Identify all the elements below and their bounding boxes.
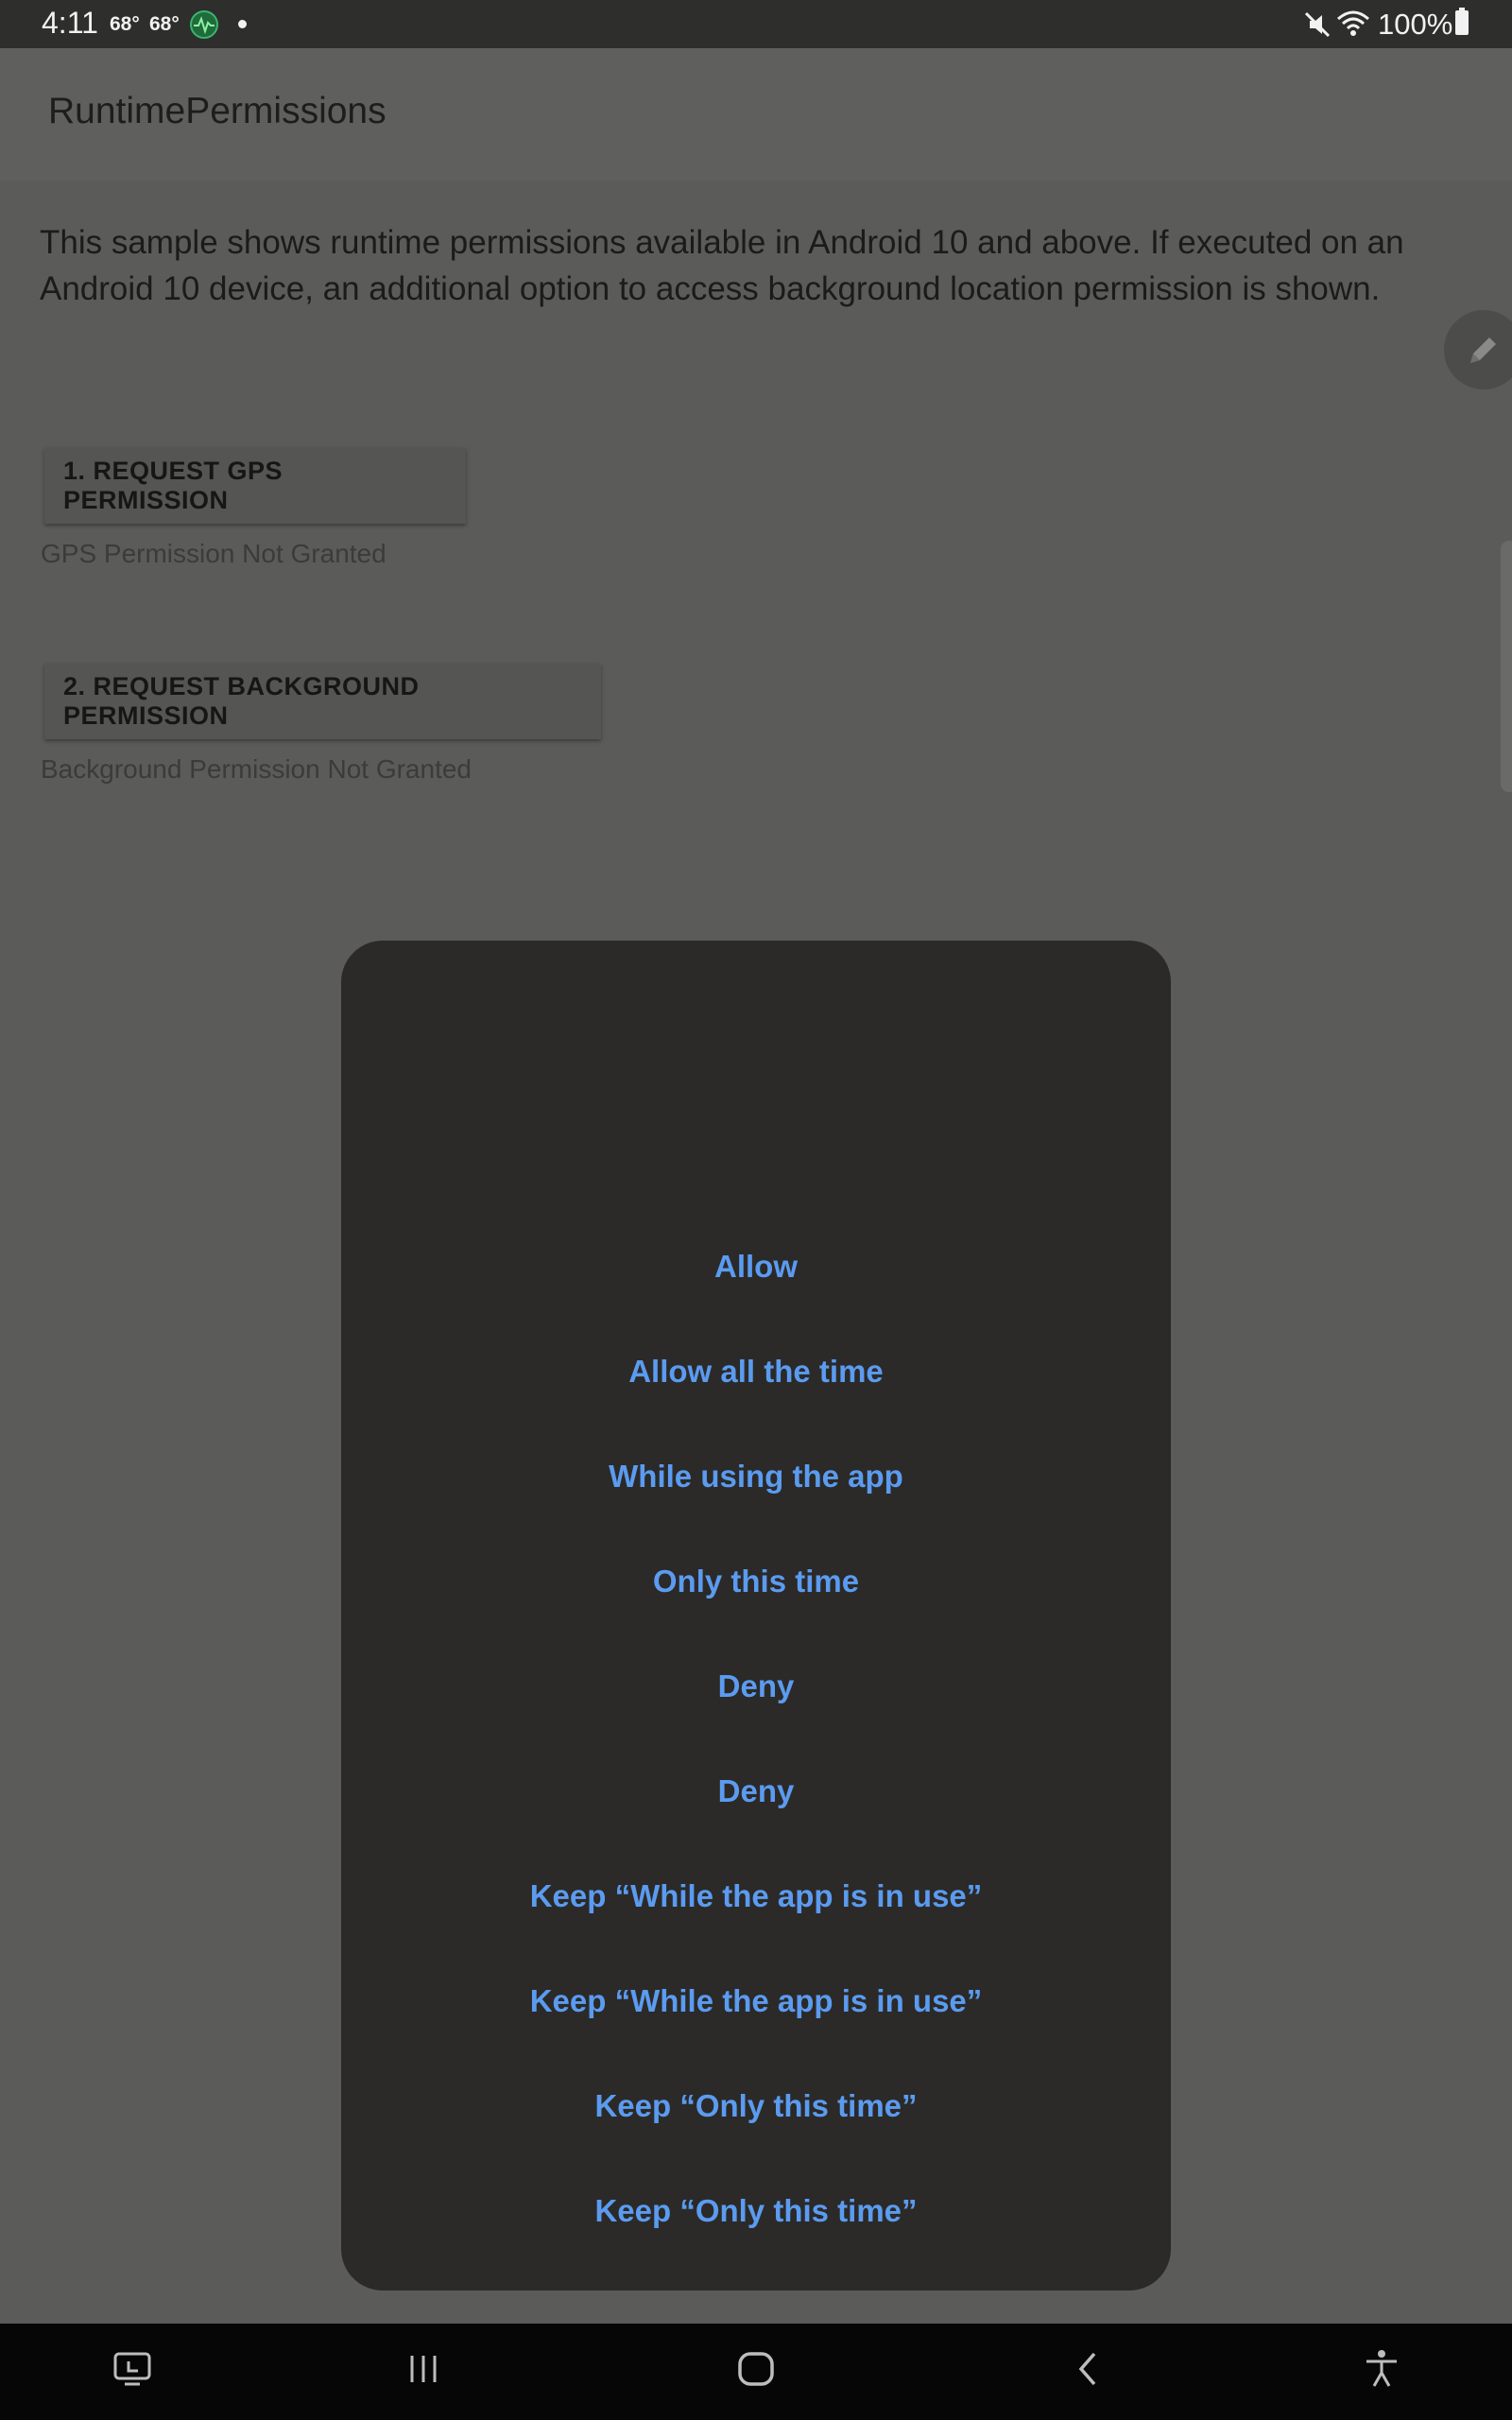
deny-button[interactable]: Deny: [341, 1773, 1171, 1809]
scroll-handle[interactable]: [1501, 541, 1512, 792]
request-background-permission-button[interactable]: 2. REQUEST BACKGROUND PERMISSION: [44, 664, 601, 739]
deny-button[interactable]: Deny: [341, 1668, 1171, 1704]
keep-while-in-use-button[interactable]: Keep “While the app is in use”: [341, 1878, 1171, 1914]
keep-only-this-time-button[interactable]: Keep “Only this time”: [341, 2088, 1171, 2124]
status-time: 4:11: [42, 6, 98, 40]
home-icon[interactable]: [735, 2348, 777, 2390]
while-using-app-button[interactable]: While using the app: [341, 1459, 1171, 1495]
back-icon[interactable]: [1068, 2348, 1109, 2390]
allow-all-the-time-button[interactable]: Allow all the time: [341, 1354, 1171, 1390]
edit-fab[interactable]: [1444, 310, 1512, 389]
description-text: This sample shows runtime permissions av…: [40, 224, 1404, 307]
status-temperature: 68°: [149, 13, 180, 35]
permission-dialog: Allow Allow all the time While using the…: [341, 941, 1171, 2290]
battery-percentage: 100%: [1378, 8, 1453, 41]
gps-permission-status: GPS Permission Not Granted: [41, 539, 387, 568]
activity-monitor-icon: [190, 10, 218, 39]
status-bar: 4:11 68° 68° 100%: [0, 0, 1512, 48]
keep-while-in-use-button[interactable]: Keep “While the app is in use”: [341, 1983, 1171, 2019]
background-permission-status: Background Permission Not Granted: [41, 754, 472, 784]
only-this-time-button[interactable]: Only this time: [341, 1564, 1171, 1599]
mute-icon: [1304, 11, 1331, 38]
battery-icon: [1455, 8, 1469, 35]
recent-apps-screenshot-icon[interactable]: [112, 2348, 153, 2390]
wifi-icon: [1337, 10, 1369, 36]
accessibility-icon[interactable]: [1361, 2348, 1402, 2390]
app-title: RuntimePermissions: [48, 91, 387, 131]
pencil-icon: [1470, 337, 1496, 363]
app-bar: RuntimePermissions: [0, 48, 1512, 181]
status-temperature: 68°: [110, 13, 140, 35]
notification-dot: [238, 20, 247, 28]
request-gps-permission-button[interactable]: 1. REQUEST GPS PERMISSION: [44, 448, 466, 524]
allow-button[interactable]: Allow: [341, 1249, 1171, 1285]
keep-only-this-time-button[interactable]: Keep “Only this time”: [341, 2193, 1171, 2229]
navigation-bar: [0, 2324, 1512, 2420]
recents-icon[interactable]: [403, 2348, 444, 2390]
